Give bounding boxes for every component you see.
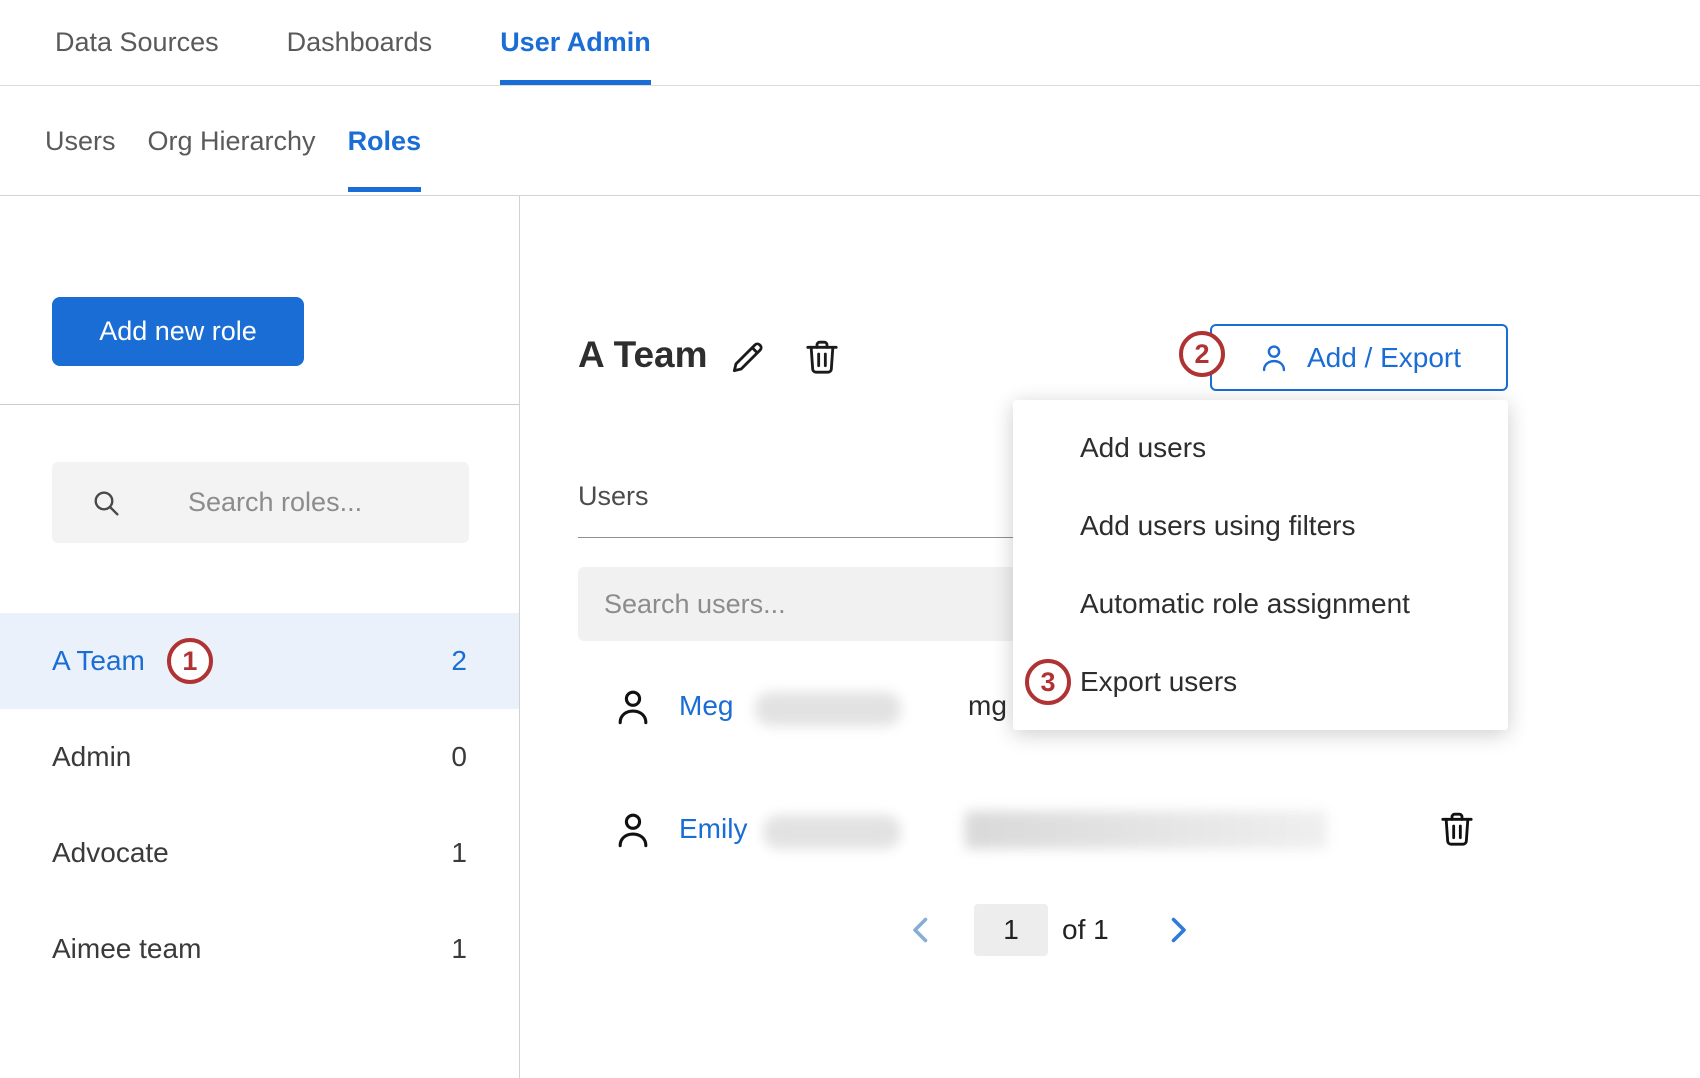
top-nav: Data Sources Dashboards User Admin — [0, 0, 1700, 86]
delete-role-icon[interactable] — [802, 334, 842, 379]
pagination-current-page[interactable]: 1 — [974, 904, 1048, 956]
subtab-users[interactable]: Users — [45, 87, 116, 195]
role-row-aimee-team[interactable]: Aimee team 1 — [0, 901, 519, 997]
role-name: Admin — [52, 741, 131, 773]
user-email-fragment: mg — [968, 690, 1007, 722]
user-avatar-icon — [611, 684, 655, 730]
user-avatar-icon — [611, 807, 655, 853]
annotation-step-3: 3 — [1025, 659, 1071, 705]
role-row-a-team[interactable]: A Team 1 2 — [0, 613, 519, 709]
role-row-advocate[interactable]: Advocate 1 — [0, 805, 519, 901]
role-detail-panel: A Team Add / Export 2 — [521, 196, 1700, 1078]
menu-item-automatic-role-assignment[interactable]: Automatic role assignment — [1013, 565, 1508, 643]
menu-item-label: Export users — [1080, 666, 1237, 698]
sidebar-divider — [0, 404, 519, 405]
redacted-email — [965, 811, 1327, 849]
annotation-step-1: 1 — [167, 638, 213, 684]
add-export-label: Add / Export — [1307, 342, 1461, 374]
pagination-total-label: of 1 — [1062, 914, 1109, 946]
add-export-button[interactable]: Add / Export — [1210, 324, 1508, 391]
role-count: 2 — [451, 645, 467, 677]
users-section-label: Users — [578, 481, 649, 512]
search-roles-box — [52, 462, 469, 543]
role-row-admin[interactable]: Admin 0 — [0, 709, 519, 805]
role-name: A Team — [52, 645, 145, 677]
add-export-dropdown: Add users Add users using filters Automa… — [1013, 400, 1508, 730]
user-link-meg[interactable]: Meg — [679, 690, 733, 722]
pagination-next-icon[interactable] — [1160, 912, 1196, 948]
roles-sidebar: Add new role A Team 1 2 Admin 0 Advocate — [0, 196, 520, 1078]
role-name: Aimee team — [52, 933, 201, 965]
role-name: Advocate — [52, 837, 169, 869]
menu-item-add-users-using-filters[interactable]: Add users using filters — [1013, 487, 1508, 565]
role-list: A Team 1 2 Admin 0 Advocate 1 Aimee team… — [0, 613, 519, 997]
menu-item-add-users[interactable]: Add users — [1013, 409, 1508, 487]
menu-item-export-users[interactable]: 3 Export users — [1013, 643, 1508, 721]
role-count: 0 — [451, 741, 467, 773]
user-link-emily[interactable]: Emily — [679, 813, 747, 845]
sub-nav: Users Org Hierarchy Roles — [0, 87, 1700, 196]
annotation-step-2: 2 — [1179, 331, 1225, 377]
subtab-org-hierarchy[interactable]: Org Hierarchy — [148, 87, 316, 195]
person-icon — [1257, 341, 1291, 375]
edit-role-icon[interactable] — [728, 337, 768, 377]
search-icon — [90, 487, 122, 519]
role-count: 1 — [451, 933, 467, 965]
pagination-prev-icon[interactable] — [903, 912, 939, 948]
remove-user-icon[interactable] — [1437, 806, 1477, 851]
role-count: 1 — [451, 837, 467, 869]
tab-data-sources[interactable]: Data Sources — [55, 0, 219, 85]
tab-user-admin[interactable]: User Admin — [500, 0, 651, 85]
redacted-last-name — [755, 692, 901, 726]
add-new-role-button[interactable]: Add new role — [52, 297, 304, 366]
tab-dashboards[interactable]: Dashboards — [287, 0, 433, 85]
subtab-roles[interactable]: Roles — [348, 87, 422, 195]
page-title: A Team — [578, 334, 708, 376]
redacted-last-name — [763, 815, 901, 849]
app-root: Data Sources Dashboards User Admin Users… — [0, 0, 1700, 1078]
